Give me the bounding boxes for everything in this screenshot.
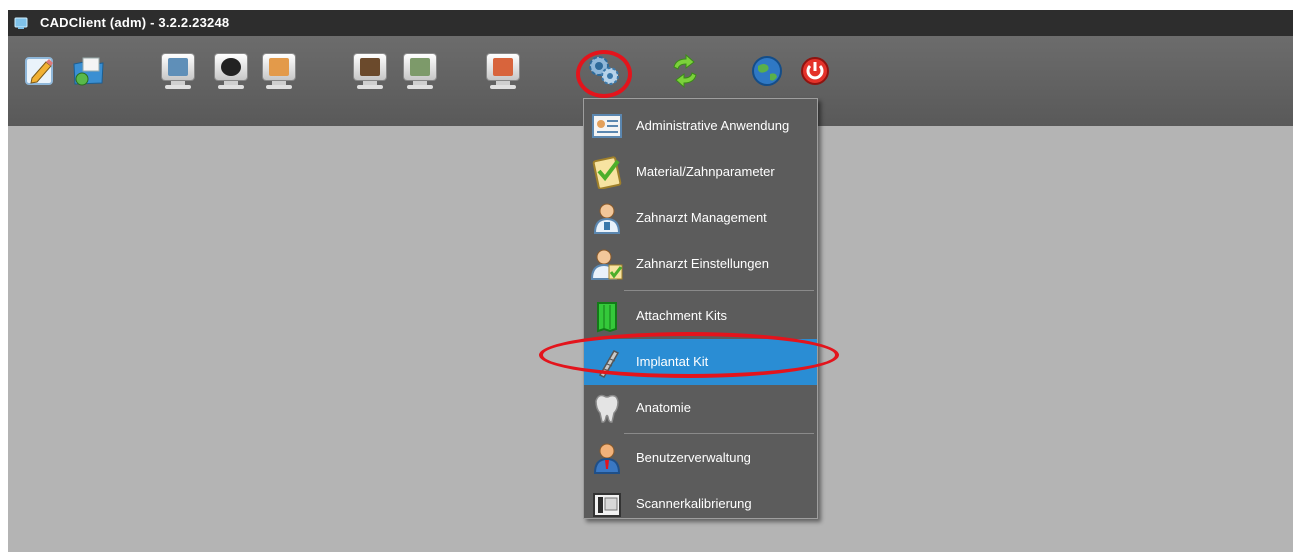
menu-item-label: Administrative Anwendung — [636, 118, 790, 133]
globe-icon[interactable] — [748, 52, 786, 90]
menu-item-label: Implantat Kit — [636, 354, 709, 369]
attachment-icon — [597, 302, 617, 333]
menu-item-material-zahnparameter[interactable]: Material/Zahnparameter — [584, 149, 817, 195]
menu-item-label: Scannerkalibrierung — [636, 496, 752, 511]
menu-item-administrative-anwendung[interactable]: Administrative Anwendung — [584, 103, 817, 149]
title-bar: CADClient (adm) - 3.2.2.23248 — [8, 10, 1293, 36]
menu-item-attachment-kits[interactable]: Attachment Kits — [584, 293, 817, 339]
sync-icon[interactable] — [666, 52, 704, 90]
app-icon — [14, 17, 28, 29]
monitor-icon[interactable] — [261, 54, 297, 92]
menu-item-zahnarzt-einstellungen[interactable]: Zahnarzt Einstellungen — [584, 241, 817, 287]
menu-item-label: Anatomie — [636, 400, 691, 415]
menu-separator — [624, 290, 814, 291]
dentist-icon — [593, 203, 621, 234]
edit-icon[interactable] — [22, 52, 60, 90]
implant-icon — [598, 350, 620, 378]
menu-item-label: Benutzerverwaltung — [636, 450, 751, 465]
menu-item-implantat-kit[interactable]: Implantat Kit — [584, 339, 817, 385]
power-icon[interactable] — [796, 52, 834, 90]
menu-item-label: Zahnarzt Management — [636, 210, 767, 225]
monitor-icon[interactable] — [402, 54, 438, 92]
monitor-icon[interactable] — [213, 54, 249, 92]
app-window: CADClient (adm) - 3.2.2.23248 Administra… — [8, 10, 1293, 552]
monitor-icon[interactable] — [160, 54, 196, 92]
menu-item-zahnarzt-management[interactable]: Zahnarzt Management — [584, 195, 817, 241]
menu-item-scannerkalibrierung[interactable]: Scannerkalibrierung — [584, 481, 817, 527]
scanner-icon — [593, 493, 621, 517]
window-title: CADClient (adm) - 3.2.2.23248 — [40, 15, 230, 30]
menu-item-anatomie[interactable]: Anatomie — [584, 385, 817, 431]
menu-separator — [624, 433, 814, 434]
monitor-icon[interactable] — [352, 54, 388, 92]
clipboard-icon — [592, 156, 622, 189]
menu-item-benutzerverwaltung[interactable]: Benutzerverwaltung — [584, 435, 817, 481]
monitor-icon[interactable] — [485, 54, 521, 92]
settings-dropdown-menu: Administrative Anwendung Material/Zahnpa… — [583, 98, 818, 519]
gear-icon[interactable] — [585, 52, 623, 90]
open-folder-icon[interactable] — [70, 52, 108, 90]
dentist-settings-icon — [590, 249, 623, 280]
user-icon — [593, 443, 621, 474]
tooth-icon — [595, 394, 619, 423]
card-icon — [592, 114, 622, 138]
menu-item-label: Zahnarzt Einstellungen — [636, 256, 769, 271]
menu-item-label: Attachment Kits — [636, 308, 728, 323]
menu-item-label: Material/Zahnparameter — [636, 164, 775, 179]
